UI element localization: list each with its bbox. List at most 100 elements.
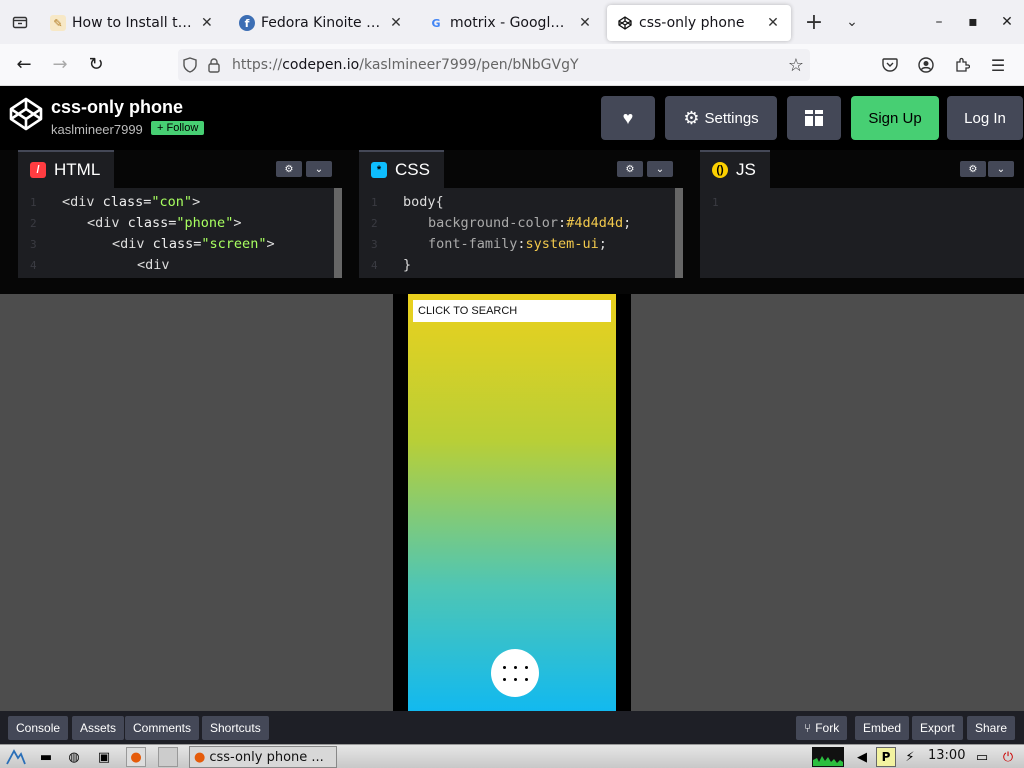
globe-icon[interactable]: ◍ xyxy=(64,747,84,767)
assets-button[interactable]: Assets xyxy=(72,716,125,740)
shortcuts-button[interactable]: Shortcuts xyxy=(202,716,269,740)
pen-title[interactable]: css-only phone xyxy=(51,97,183,118)
html-code[interactable]: 1 <div class="con"> 2 <div class="phone"> 3 <… xyxy=(18,188,342,278)
dot-icon xyxy=(502,677,506,681)
code-line[interactable]: 1 <div class="con"> xyxy=(18,192,342,213)
export-button[interactable]: Export xyxy=(912,716,963,740)
new-tab-icon[interactable]: + xyxy=(796,10,832,35)
code-token: : xyxy=(558,215,567,231)
sign-up-button[interactable]: Sign Up xyxy=(851,96,939,140)
css-editor[interactable]: * CSS ⚙ ⌄ 1 body{2 background-color:#4d4d4… xyxy=(359,150,683,278)
blank-launcher-icon[interactable] xyxy=(158,747,178,767)
css-tab-label: CSS xyxy=(395,160,430,179)
close-tab-icon[interactable]: ✕ xyxy=(765,15,781,31)
code-line[interactable]: 4} xyxy=(359,255,683,276)
tab-title: css-only phone xyxy=(639,15,745,31)
code-line[interactable]: 4 <div xyxy=(18,255,342,276)
forward-icon[interactable]: → xyxy=(42,49,78,81)
code-line[interactable]: 3 <div class="screen"> xyxy=(18,234,342,255)
html-collapse-chevron-icon[interactable]: ⌄ xyxy=(306,161,332,177)
heart-button[interactable]: ♥ xyxy=(601,96,655,140)
browser-tab[interactable]: ✎ How to Install the L ✕ xyxy=(40,5,224,41)
taskbar-window-button[interactable]: ● css-only phone ... xyxy=(189,746,337,768)
result-preview[interactable]: CLICK TO SEARCH xyxy=(0,294,1024,711)
codepen-logo-icon[interactable] xyxy=(8,96,44,132)
close-window-icon[interactable]: ✕ xyxy=(990,0,1024,44)
html-tab[interactable]: / HTML xyxy=(18,150,115,188)
folder-icon[interactable]: ▬ xyxy=(36,747,56,767)
code-token: #4d4d4d xyxy=(566,215,624,231)
code-token: } xyxy=(403,257,412,273)
js-tab[interactable]: () JS xyxy=(700,150,770,188)
follow-button[interactable]: + Follow xyxy=(151,121,205,135)
close-tab-icon[interactable]: ✕ xyxy=(578,15,592,31)
code-token: class= xyxy=(127,215,177,231)
code-line[interactable]: 1 body{ xyxy=(359,192,683,213)
browser-tab[interactable]: f Fedora Kinoite | The ✕ xyxy=(229,5,413,41)
firefox-launcher-icon[interactable]: ● xyxy=(126,747,146,767)
html-scrollbar[interactable] xyxy=(334,188,342,278)
network-icon[interactable]: ⚡ xyxy=(900,747,920,767)
browser-tab[interactable]: G motrix - Google Sea ✕ xyxy=(418,5,602,41)
code-line[interactable]: 3 font-family:system-ui; xyxy=(359,234,683,255)
code-line[interactable]: 1 xyxy=(700,192,1024,213)
url-bar[interactable]: https://codepen.io/kaslmineer7999/pen/bN… xyxy=(178,49,810,81)
lock-icon[interactable] xyxy=(202,57,226,73)
account-icon[interactable] xyxy=(908,49,944,81)
shield-icon[interactable] xyxy=(178,57,202,73)
log-in-button[interactable]: Log In xyxy=(947,96,1023,140)
heart-icon: ♥ xyxy=(622,107,634,128)
url-text[interactable]: https://codepen.io/kaslmineer7999/pen/bN… xyxy=(232,57,579,73)
css-tab[interactable]: * CSS xyxy=(359,150,444,188)
files-icon[interactable]: ▣ xyxy=(94,747,114,767)
package-updater-icon[interactable]: P xyxy=(876,747,896,767)
phone-search-bar[interactable]: CLICK TO SEARCH xyxy=(413,300,611,322)
layout-button[interactable] xyxy=(787,96,841,140)
code-line[interactable]: 2 background-color:#4d4d4d; xyxy=(359,213,683,234)
taskbar-window-title: css-only phone ... xyxy=(209,749,324,765)
volume-icon[interactable]: ◀ xyxy=(852,747,872,767)
pen-author[interactable]: kaslmineer7999 xyxy=(51,122,143,137)
reload-icon[interactable]: ↻ xyxy=(78,49,114,81)
html-editor[interactable]: / HTML ⚙ ⌄ 1 <div class="con"> 2 <div class… xyxy=(18,150,342,278)
hamburger-menu-icon[interactable]: ☰ xyxy=(980,49,1016,81)
power-icon[interactable]: ⏻ xyxy=(998,747,1018,767)
pocket-icon[interactable] xyxy=(872,49,908,81)
bookmark-star-icon[interactable]: ☆ xyxy=(788,55,804,76)
editor-resize-bar[interactable] xyxy=(0,278,1024,294)
comments-button[interactable]: Comments xyxy=(125,716,200,740)
css-settings-gear-icon[interactable]: ⚙ xyxy=(617,161,643,177)
js-editor[interactable]: () JS ⚙ ⌄ 1 xyxy=(700,150,1024,278)
line-number: 4 xyxy=(30,259,37,272)
start-menu-icon[interactable] xyxy=(6,747,26,767)
share-button[interactable]: Share xyxy=(967,716,1016,740)
display-icon[interactable]: ▭ xyxy=(972,747,992,767)
css-code[interactable]: 1 body{2 background-color:#4d4d4d; 3 font-fa… xyxy=(359,188,683,278)
minimize-icon[interactable]: – xyxy=(922,0,956,44)
js-code[interactable]: 1 xyxy=(700,188,1024,278)
tab-list-icon[interactable] xyxy=(0,0,40,44)
html-settings-gear-icon[interactable]: ⚙ xyxy=(276,161,302,177)
code-line[interactable]: 2 <div class="phone"> xyxy=(18,213,342,234)
js-settings-gear-icon[interactable]: ⚙ xyxy=(960,161,986,177)
clock[interactable]: 13:00 xyxy=(928,748,965,763)
dot-icon xyxy=(524,665,528,669)
chevron-down-icon[interactable]: ⌄ xyxy=(832,14,872,30)
css-collapse-chevron-icon[interactable]: ⌄ xyxy=(647,161,673,177)
maximize-icon[interactable]: ▪ xyxy=(956,0,990,44)
back-icon[interactable]: ← xyxy=(6,49,42,81)
js-collapse-chevron-icon[interactable]: ⌄ xyxy=(988,161,1014,177)
fork-button[interactable]: ⑂ Fork xyxy=(796,716,848,740)
settings-button[interactable]: ⚙ Settings xyxy=(665,96,777,140)
dot-icon xyxy=(513,665,517,669)
css-scrollbar[interactable] xyxy=(675,188,683,278)
close-tab-icon[interactable]: ✕ xyxy=(200,15,214,31)
extensions-icon[interactable] xyxy=(944,49,980,81)
line-number: 1 xyxy=(712,196,719,209)
embed-button[interactable]: Embed xyxy=(855,716,910,740)
browser-tab-active[interactable]: css-only phone ✕ xyxy=(607,5,791,41)
code-token: <div xyxy=(62,194,103,210)
app-drawer-button[interactable] xyxy=(491,649,539,697)
console-button[interactable]: Console xyxy=(8,716,69,740)
close-tab-icon[interactable]: ✕ xyxy=(389,15,403,31)
